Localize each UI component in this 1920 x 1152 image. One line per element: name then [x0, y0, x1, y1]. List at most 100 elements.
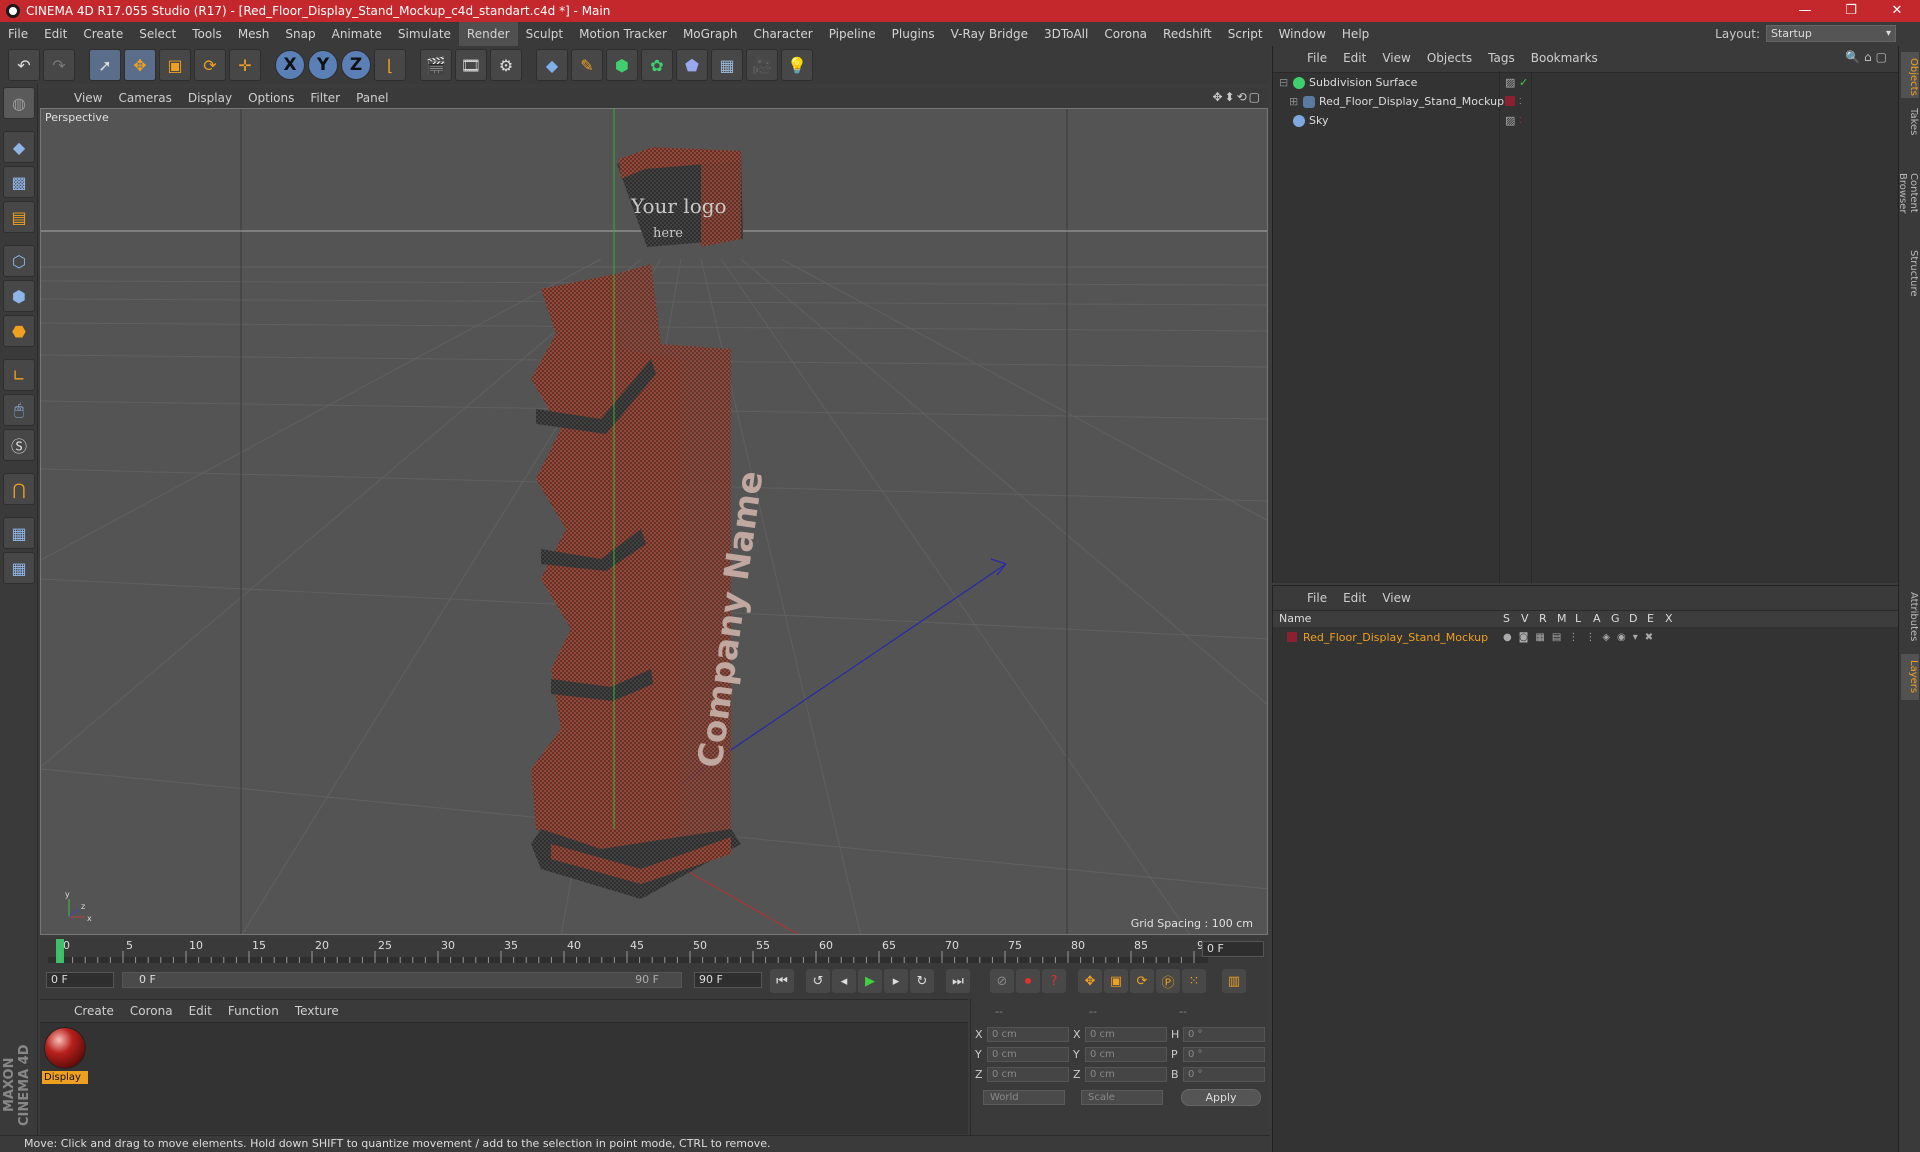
menu-edit[interactable]: Edit	[36, 22, 75, 46]
goto-start-icon[interactable]: ⏮	[770, 969, 794, 993]
prev-frame-icon[interactable]: ◂	[832, 969, 856, 993]
menu-help[interactable]: Help	[1334, 22, 1377, 46]
undo-icon[interactable]: ↶	[8, 49, 40, 81]
menu-plugins[interactable]: Plugins	[884, 22, 943, 46]
layer-toggle-icon[interactable]: ▨	[1505, 111, 1515, 130]
lock-workplane-icon[interactable]: ▦	[3, 517, 35, 549]
floor-icon[interactable]: ▦	[711, 49, 743, 81]
close-button[interactable]: ✕	[1874, 0, 1920, 22]
frame-range-slider[interactable]: 0 F 90 F	[122, 972, 682, 988]
axis-mode-icon[interactable]: ∟	[3, 359, 35, 391]
tweak-mode-icon[interactable]: 🖱	[3, 394, 35, 426]
key-scale-icon[interactable]: ▣	[1104, 969, 1128, 993]
play-icon[interactable]: ▶	[858, 969, 882, 993]
autokey-icon[interactable]: ⏺	[1016, 969, 1040, 993]
viewport-menu-cameras[interactable]: Cameras	[110, 91, 179, 105]
current-frame-field[interactable]: 0 F	[1202, 941, 1264, 957]
cloner-icon[interactable]: ✿	[641, 49, 673, 81]
om-menu-edit[interactable]: Edit	[1335, 51, 1374, 65]
layer-toggle-icon[interactable]: ▨	[1505, 73, 1515, 92]
key-parameter-icon[interactable]: Ⓟ	[1156, 969, 1180, 993]
model-mode-icon[interactable]: ◍	[3, 87, 35, 119]
live-select-icon[interactable]: ➚	[89, 49, 121, 81]
tab-content-browser[interactable]: Content Browser	[1897, 146, 1919, 240]
edit-render-settings-icon[interactable]: ⚙	[490, 49, 522, 81]
light-icon[interactable]: 💡	[781, 49, 813, 81]
layer-color-swatch[interactable]	[1505, 96, 1515, 106]
rotation-b-field[interactable]: 0 °	[1183, 1067, 1265, 1082]
camera-icon[interactable]: 🎥	[746, 49, 778, 81]
menu-vray-bridge[interactable]: V-Ray Bridge	[943, 22, 1036, 46]
coordinate-system-icon[interactable]: ⌊	[374, 49, 406, 81]
layer-color-swatch[interactable]	[1287, 632, 1297, 642]
display-stand-model[interactable]	[531, 147, 743, 899]
material-menu-edit[interactable]: Edit	[181, 1004, 220, 1018]
om-search-home-icons[interactable]: 🔍⌂▢	[1845, 50, 1891, 64]
size-x-field[interactable]: 0 cm	[1085, 1027, 1167, 1042]
next-key-icon[interactable]: ↻	[910, 969, 934, 993]
position-x-field[interactable]: 0 cm	[987, 1027, 1069, 1042]
polygons-mode-icon[interactable]: ⬣	[3, 315, 35, 347]
om-menu-file[interactable]: File	[1299, 51, 1335, 65]
coordinate-mode-dropdown[interactable]: World	[983, 1090, 1065, 1105]
move-icon[interactable]: ✥	[124, 49, 156, 81]
key-rotation-icon[interactable]: ⟳	[1130, 969, 1154, 993]
material-name[interactable]: Display	[42, 1071, 88, 1084]
size-y-field[interactable]: 0 cm	[1085, 1047, 1167, 1062]
menu-select[interactable]: Select	[131, 22, 184, 46]
prev-key-icon[interactable]: ↺	[806, 969, 830, 993]
om-menu-objects[interactable]: Objects	[1419, 51, 1480, 65]
viewport-menu-view[interactable]: View	[66, 91, 110, 105]
rotation-h-field[interactable]: 0 °	[1183, 1027, 1265, 1042]
pen-icon[interactable]: ✎	[571, 49, 603, 81]
menu-tools[interactable]: Tools	[184, 22, 230, 46]
start-frame-field[interactable]: 0 F	[46, 972, 114, 988]
render-view-icon[interactable]: 🎬	[420, 49, 452, 81]
material-menu-texture[interactable]: Texture	[287, 1004, 347, 1018]
object-row-subdivision[interactable]: ⊟ Subdivision Surface ▨ ✓	[1273, 73, 1899, 92]
subdivision-icon[interactable]: ⬢	[606, 49, 638, 81]
om-menu-tags[interactable]: Tags	[1480, 51, 1523, 65]
menu-character[interactable]: Character	[745, 22, 820, 46]
tab-structure[interactable]: Structure	[1901, 244, 1919, 302]
minimize-button[interactable]: —	[1782, 0, 1828, 22]
key-pla-icon[interactable]: ⁙	[1182, 969, 1206, 993]
cube-icon[interactable]: ◆	[536, 49, 568, 81]
viewport-menu-filter[interactable]: Filter	[302, 91, 348, 105]
scale-icon[interactable]: ▣	[159, 49, 191, 81]
snap-icon[interactable]: Ⓢ	[3, 429, 35, 461]
record-keys-icon[interactable]: ⊘	[990, 969, 1014, 993]
points-mode-icon[interactable]: ⬡	[3, 245, 35, 277]
viewport-nav-icons[interactable]: ✥⬍⟲▢	[1212, 90, 1262, 104]
next-frame-icon[interactable]: ▸	[884, 969, 908, 993]
layer-name[interactable]: Red_Floor_Display_Stand_Mockup	[1303, 628, 1488, 647]
object-row-sky[interactable]: Sky ▨ ⁚	[1273, 111, 1899, 130]
key-position-icon[interactable]: ✥	[1078, 969, 1102, 993]
deformer-icon[interactable]: ⬟	[676, 49, 708, 81]
planar-workplane-icon[interactable]: ▦	[3, 552, 35, 584]
layer-toggle-icons[interactable]: ●◙▦▤⋮⋮◈◉▾✖	[1503, 628, 1660, 647]
menu-snap[interactable]: Snap	[277, 22, 323, 46]
tab-objects[interactable]: Objects	[1901, 52, 1919, 98]
menu-redshift[interactable]: Redshift	[1155, 22, 1220, 46]
timeline-ruler[interactable]: 051015202530354045505560657075808590	[48, 937, 1208, 969]
menu-corona[interactable]: Corona	[1096, 22, 1155, 46]
menu-window[interactable]: Window	[1271, 22, 1334, 46]
viewport-menu-options[interactable]: Options	[240, 91, 302, 105]
rotation-p-field[interactable]: 0 °	[1183, 1047, 1265, 1062]
menu-mesh[interactable]: Mesh	[230, 22, 278, 46]
visibility-dots-icon[interactable]: ⁚	[1519, 111, 1522, 130]
material-menu-corona[interactable]: Corona	[122, 1004, 181, 1018]
visibility-dots-icon[interactable]: ⁚	[1519, 92, 1522, 111]
position-z-field[interactable]: 0 cm	[987, 1067, 1069, 1082]
menu-render[interactable]: Render	[458, 22, 518, 46]
edges-mode-icon[interactable]: ⬢	[3, 280, 35, 312]
object-mode-icon[interactable]: ◆	[3, 131, 35, 163]
om-menu-view[interactable]: View	[1374, 51, 1418, 65]
x-axis-icon[interactable]: X	[275, 50, 305, 80]
menu-motion-tracker[interactable]: Motion Tracker	[571, 22, 675, 46]
render-picture-viewer-icon[interactable]: 🎞	[455, 49, 487, 81]
timeline-window-icon[interactable]: ▥	[1222, 969, 1246, 993]
tab-takes[interactable]: Takes	[1901, 102, 1919, 142]
texture-mode-icon[interactable]: ▩	[3, 166, 35, 198]
